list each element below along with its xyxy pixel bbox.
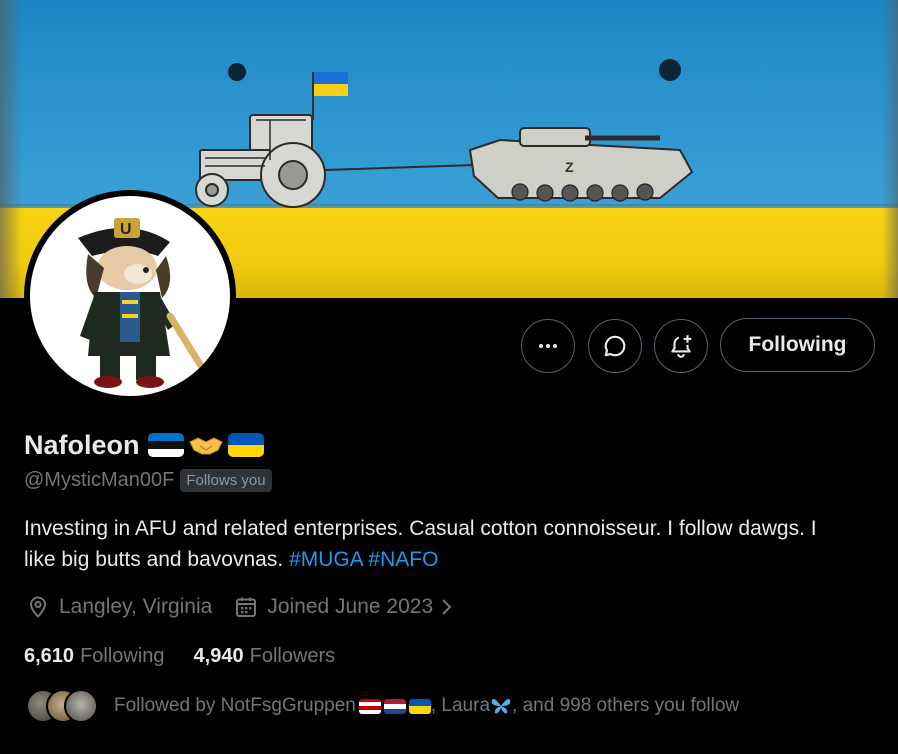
followed-by-first: NotFsgGruppen (220, 695, 356, 716)
avatar (64, 689, 98, 723)
estonia-flag-icon (147, 433, 184, 457)
profile-avatar[interactable]: U (24, 190, 236, 402)
ukraine-flag-icon (227, 433, 264, 457)
more-options-button[interactable] (521, 319, 575, 373)
butterfly-icon (491, 698, 511, 714)
notify-icon (671, 335, 692, 358)
hashtag-nafo[interactable]: #NAFO (368, 548, 438, 571)
calendar-icon (236, 597, 257, 617)
notifications-button[interactable] (654, 319, 708, 373)
chevron-right-icon (442, 599, 452, 615)
joined-text: Joined June 2023 (267, 595, 434, 618)
follow-stats: 6,610 Following 4,940 Followers (24, 642, 335, 670)
followers-stat[interactable]: 4,940 Followers (194, 645, 336, 668)
followers-count: 4,940 (193, 644, 244, 667)
following-button[interactable]: Following (720, 318, 875, 372)
name-emojis (147, 432, 264, 458)
svg-text:Z: Z (565, 159, 574, 175)
joined-item[interactable]: Joined June 2023 (234, 595, 455, 619)
netherlands-flag-icon (383, 698, 406, 714)
hashtag-muga[interactable]: #MUGA (289, 548, 363, 571)
svg-text:U: U (120, 221, 132, 238)
followed-by-text: Followed by NotFsgGruppen , Laura , and … (114, 695, 740, 716)
display-name: Nafoleon (24, 429, 140, 460)
followed-by-row[interactable]: Followed by NotFsgGruppen , Laura , and … (26, 688, 739, 724)
display-name-row: Nafoleon (24, 428, 264, 462)
location-pin-icon (29, 596, 47, 618)
malaysia-flag-icon (358, 698, 381, 714)
message-icon (604, 335, 626, 357)
profile-bio: Investing in AFU and related enterprises… (24, 513, 844, 575)
more-icon (539, 344, 557, 348)
user-handle: @MysticMan00F (24, 468, 175, 491)
message-button[interactable] (588, 319, 642, 373)
avatar-image: U (30, 196, 230, 396)
location-item: Langley, Virginia (26, 595, 212, 619)
doge-general-avatar-art: U (78, 218, 210, 388)
following-count: 6,610 (24, 644, 75, 667)
handle-row: @MysticMan00F Follows you (24, 467, 272, 493)
location-text: Langley, Virginia (59, 595, 213, 618)
followers-you-know-avatars (26, 689, 98, 723)
followers-label: Followers (249, 644, 336, 667)
followed-by-second: Laura (441, 695, 491, 716)
handshake-icon (188, 437, 223, 455)
following-stat[interactable]: 6,610 Following (24, 645, 165, 668)
following-label: Following (80, 644, 165, 667)
ukraine-flag-icon (408, 698, 431, 714)
profile-meta: Langley, Virginia Joined June 2023 (26, 592, 455, 622)
follows-you-badge: Follows you (180, 468, 272, 492)
